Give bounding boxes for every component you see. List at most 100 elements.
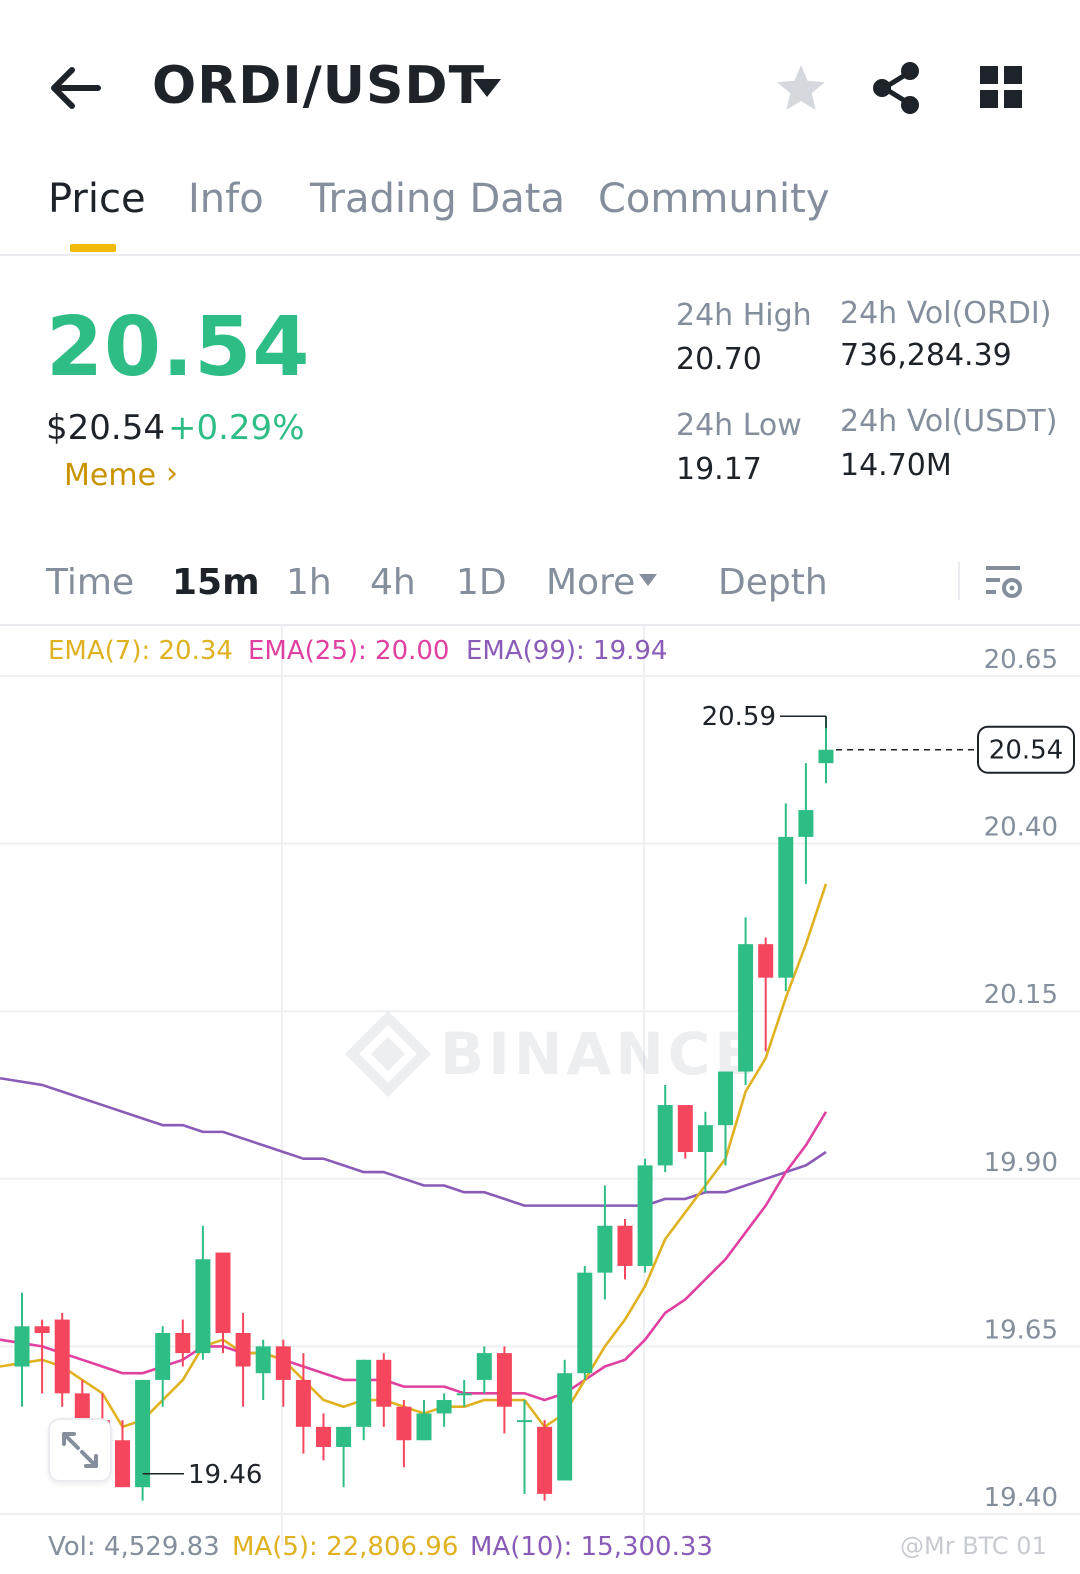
candle-body [436,1400,452,1414]
vol-quote-value: 14.70M [840,448,952,483]
back-arrow-icon[interactable] [48,62,104,114]
timeframe-1h[interactable]: 1h [286,562,332,603]
candle [14,1292,30,1407]
high-label: 24h High [676,298,812,333]
candle [758,937,774,1052]
section-tabs: Price Info Trading Data Community [0,170,1080,256]
candle-body [697,1125,713,1152]
candle [476,1346,492,1394]
timeframe-more[interactable]: More [546,562,635,603]
candle-body [255,1346,271,1374]
candle-body [316,1426,331,1447]
category-tag-meme[interactable]: Meme [64,458,156,493]
pair-title[interactable]: ORDI/USDT [152,56,485,116]
vol-quote-label: 24h Vol(USDT) [840,404,1058,439]
share-icon[interactable] [870,60,924,116]
candle [617,1219,633,1280]
candle-body [235,1332,251,1367]
candle [537,1420,553,1501]
candle [356,1359,372,1441]
tab-price[interactable]: Price [48,176,146,222]
candle [456,1379,472,1407]
candle [396,1400,412,1468]
candle [557,1359,573,1481]
candle-body [517,1420,532,1423]
candle-body [637,1165,653,1266]
candle [436,1393,452,1427]
candle-body [617,1225,633,1266]
candle-body [476,1353,492,1380]
timeframe-time[interactable]: Time [46,562,134,603]
candle [798,763,814,884]
ema7-line [0,883,828,1429]
active-tab-indicator [70,244,116,252]
candle [54,1312,70,1407]
candle [778,803,794,992]
candle [577,1265,593,1380]
candle [316,1413,331,1461]
tab-community[interactable]: Community [598,176,830,222]
high-value: 20.70 [676,342,762,377]
candle-body [738,944,754,1072]
watermark-text: BINANCE [440,1020,758,1088]
candle [376,1353,392,1427]
vol-base-value: 736,284.39 [840,338,1012,373]
candle-body [677,1105,693,1152]
price-chart[interactable]: 20.65 20.40 20.15 19.90 19.65 19.40 BINANCE 2… [0,626,1080,1574]
low-label: 24h Low [676,408,802,443]
candle [115,1420,130,1488]
candle [135,1379,151,1501]
candle [597,1185,613,1300]
candle-body [275,1346,291,1380]
fullscreen-expand-button[interactable] [48,1418,112,1482]
candle-body [557,1373,573,1481]
top-bar: ORDI/USDT [0,0,1080,170]
tab-trading-data[interactable]: Trading Data [310,176,565,222]
candle-body [778,836,794,978]
binance-logo-core [371,1037,405,1071]
candle [718,1071,733,1166]
candle-body [577,1272,593,1374]
ema99-label: EMA(99): 19.94 [466,636,668,666]
caret-down-icon[interactable] [638,572,658,586]
low-marker-label: 19.46 [188,1460,262,1490]
candle-body [657,1105,673,1166]
candle-body [456,1393,472,1396]
candle-body [14,1326,30,1367]
high-marker-label: 20.59 [702,702,776,732]
candle [235,1312,251,1407]
y-axis-tick-label: 19.40 [984,1483,1058,1513]
timeframe-15m[interactable]: 15m [172,562,260,603]
candle [738,917,754,1085]
price-change-percent: +0.29% [168,408,305,448]
candle-body [175,1332,191,1354]
y-axis-tick-label: 20.65 [984,645,1058,675]
candle-body [115,1440,130,1488]
chart-settings-icon[interactable] [984,562,1024,602]
last-price: 20.54 [46,300,311,395]
tab-info[interactable]: Info [188,176,264,222]
volume-label: Vol: 4,529.83 [48,1532,220,1562]
timeframe-4h[interactable]: 4h [370,562,416,603]
candle-body [798,810,814,837]
timeframe-bar: Time 15m 1h 4h 1D More Depth [0,540,1080,626]
candle-body [135,1379,151,1488]
chevron-right-icon[interactable]: › [166,456,178,491]
candle [416,1400,432,1441]
caret-down-icon[interactable] [470,76,504,100]
candle [336,1426,352,1488]
candle [517,1400,532,1494]
candle [677,1105,693,1159]
candle-body [34,1326,50,1333]
timeframe-depth[interactable]: Depth [718,562,828,603]
binance-watermark: BINANCE [344,1010,758,1098]
candlestick-chart[interactable]: 20.65 20.40 20.15 19.90 19.65 19.40 BINANCE 2… [0,626,1080,1574]
grid-icon[interactable] [980,66,1022,108]
y-axis-tick-label: 19.65 [984,1315,1058,1345]
candle-body [74,1393,90,1421]
divider [958,562,960,600]
star-icon[interactable] [772,60,830,118]
credit-watermark: @Mr BTC 01 [900,1532,1047,1560]
candle-body [195,1259,211,1354]
timeframe-1d[interactable]: 1D [456,562,507,603]
